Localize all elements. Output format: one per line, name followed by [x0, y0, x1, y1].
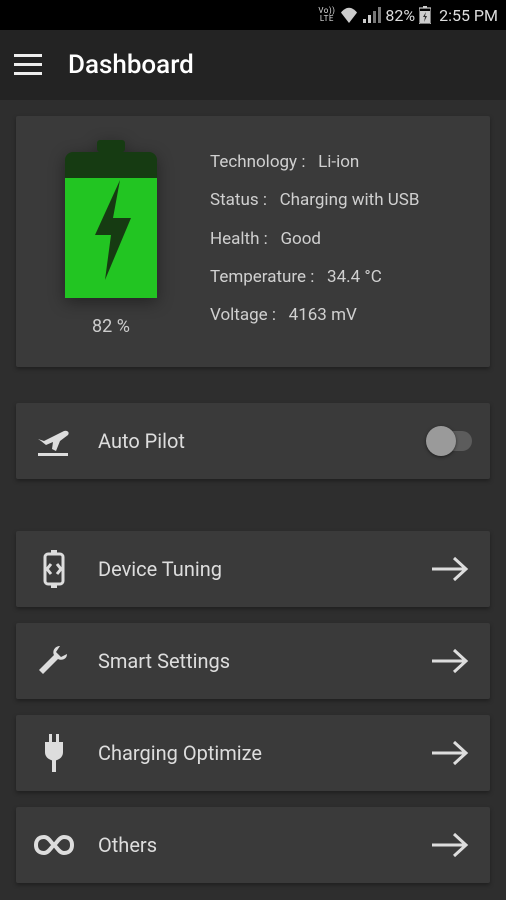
- infinity-icon: [34, 835, 74, 855]
- appbar: Dashboard: [0, 30, 506, 100]
- info-label: Temperature :: [210, 267, 314, 287]
- plane-takeoff-icon: [34, 425, 74, 457]
- device-tuning-row[interactable]: Device Tuning: [16, 531, 490, 607]
- battery-percent-text: 82%: [385, 6, 415, 25]
- others-label: Others: [98, 833, 404, 857]
- charging-optimize-label: Charging Optimize: [98, 741, 404, 765]
- smart-settings-row[interactable]: Smart Settings: [16, 623, 490, 699]
- info-row-technology: Technology : Li-ion: [210, 152, 470, 172]
- info-label: Health :: [210, 229, 268, 249]
- info-row-status: Status : Charging with USB: [210, 190, 470, 210]
- page-title: Dashboard: [68, 50, 194, 80]
- info-label: Status :: [210, 190, 267, 210]
- smart-settings-label: Smart Settings: [98, 649, 404, 673]
- info-label: Voltage :: [210, 305, 276, 325]
- device-tuning-icon: [34, 550, 74, 588]
- info-row-voltage: Voltage : 4163 mV: [210, 305, 470, 325]
- app-root: Dashboard 82 % Technology : Li-ion: [0, 30, 506, 900]
- info-value: 34.4 °C: [327, 267, 382, 287]
- charging-optimize-row[interactable]: Charging Optimize: [16, 715, 490, 791]
- wifi-icon: [339, 7, 359, 23]
- info-value: Charging with USB: [280, 190, 420, 210]
- autopilot-label: Auto Pilot: [98, 429, 404, 453]
- info-label: Technology :: [210, 152, 305, 172]
- wrench-icon: [34, 644, 74, 678]
- battery-icon: [419, 6, 431, 24]
- battery-icon: [65, 140, 157, 298]
- plug-icon: [34, 734, 74, 772]
- signal-icon: [363, 7, 381, 23]
- battery-status-card: 82 % Technology : Li-ion Status : Chargi…: [16, 116, 490, 367]
- battery-percent-label: 82 %: [92, 316, 130, 337]
- info-row-temperature: Temperature : 34.4 °C: [210, 267, 470, 287]
- others-row[interactable]: Others: [16, 807, 490, 883]
- arrow-right-icon: [428, 830, 472, 860]
- clock: 2:55 PM: [439, 6, 498, 25]
- android-statusbar: Vo))LTE 82% 2:55 PM: [0, 0, 506, 30]
- hamburger-menu-button[interactable]: [14, 54, 42, 76]
- info-row-health: Health : Good: [210, 229, 470, 249]
- arrow-right-icon: [428, 554, 472, 584]
- arrow-right-icon: [428, 738, 472, 768]
- info-value: 4163 mV: [289, 305, 357, 325]
- autopilot-row[interactable]: Auto Pilot: [16, 403, 490, 479]
- arrow-right-icon: [428, 646, 472, 676]
- content-area: 82 % Technology : Li-ion Status : Chargi…: [0, 100, 506, 900]
- device-tuning-label: Device Tuning: [98, 557, 404, 581]
- info-value: Li-ion: [318, 152, 359, 172]
- battery-visual: 82 %: [36, 140, 186, 337]
- battery-info: Technology : Li-ion Status : Charging wi…: [210, 140, 470, 337]
- volte-indicator: Vo))LTE: [318, 7, 335, 23]
- info-value: Good: [280, 229, 321, 249]
- autopilot-switch[interactable]: [428, 431, 472, 451]
